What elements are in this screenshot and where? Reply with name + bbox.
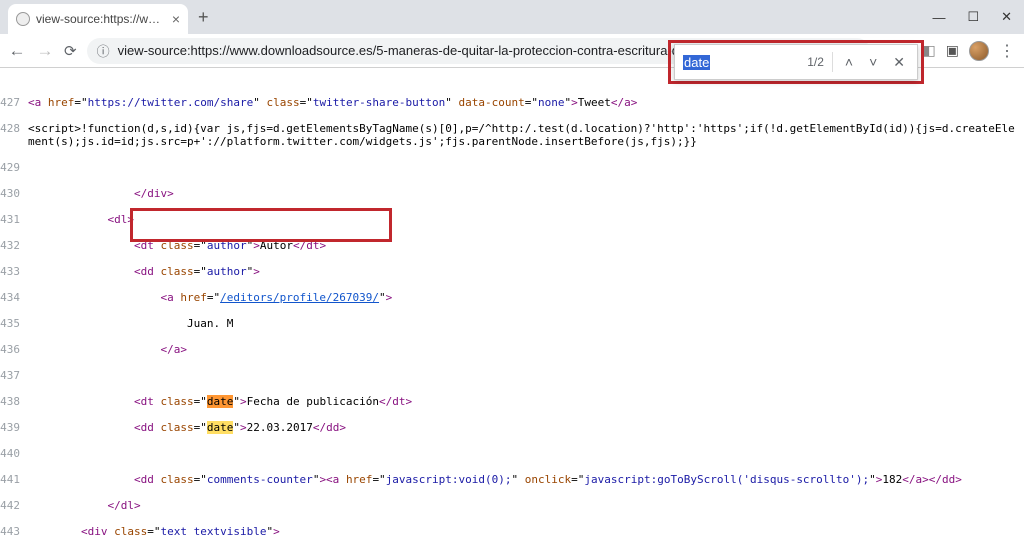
browser-tab[interactable]: view-source:https://www.downlo × xyxy=(8,4,188,34)
maximize-icon[interactable]: ☐ xyxy=(967,9,979,25)
source-line: Juan. M xyxy=(28,317,1024,330)
source-line: <dt class="author">Autor</dt> xyxy=(28,239,1024,252)
source-line xyxy=(28,161,1024,174)
source-line: <dd class="date">22.03.2017</dd> xyxy=(28,421,1024,434)
source-line: </div> xyxy=(28,187,1024,200)
source-line: </dl> xyxy=(28,499,1024,512)
source-line: </a> xyxy=(28,343,1024,356)
source-line: <div class="text textvisible"> xyxy=(28,525,1024,538)
source-view: 427<a href="https://twitter.com/share" c… xyxy=(0,68,1024,546)
reload-button[interactable]: ⟳ xyxy=(64,42,77,60)
forward-button[interactable]: → xyxy=(36,41,54,61)
find-in-page-bar: date 1/2 ˄ ˅ ✕ xyxy=(674,44,918,80)
tab-favicon xyxy=(16,12,30,26)
new-tab-button[interactable]: + xyxy=(188,7,219,34)
source-line: <dl> xyxy=(28,213,1024,226)
find-close-button[interactable]: ✕ xyxy=(889,52,909,73)
extension-icon[interactable]: ◧ xyxy=(923,42,936,59)
close-window-icon[interactable]: ✕ xyxy=(1001,9,1012,25)
source-line: <a href="https://twitter.com/share" clas… xyxy=(28,96,1024,109)
find-count: 1/2 xyxy=(807,55,824,69)
source-line xyxy=(28,447,1024,460)
source-line: <dd class="author"> xyxy=(28,265,1024,278)
find-query-input[interactable]: date xyxy=(683,55,799,70)
menu-button[interactable]: ⋮ xyxy=(999,41,1016,61)
close-icon[interactable]: × xyxy=(172,11,180,27)
source-line: <a href="/editors/profile/267039/"> xyxy=(28,291,1024,304)
extension-icon[interactable]: ▣ xyxy=(946,42,959,59)
tab-title: view-source:https://www.downlo xyxy=(36,12,166,26)
profile-avatar[interactable] xyxy=(969,41,989,61)
find-next-button[interactable]: ˅ xyxy=(865,52,881,72)
browser-titlebar: view-source:https://www.downlo × + — ☐ ✕ xyxy=(0,0,1024,34)
source-line xyxy=(28,369,1024,382)
source-line: <script>!function(d,s,id){var js,fjs=d.g… xyxy=(28,122,1024,148)
find-prev-button[interactable]: ˄ xyxy=(841,52,857,72)
minimize-icon[interactable]: — xyxy=(932,10,945,25)
site-info-icon[interactable]: ⓘ xyxy=(97,41,110,60)
source-line: <dt class="date">Fecha de publicación</d… xyxy=(28,395,1024,408)
back-button[interactable]: ← xyxy=(8,41,26,61)
source-line: <dd class="comments-counter"><a href="ja… xyxy=(28,473,1024,486)
